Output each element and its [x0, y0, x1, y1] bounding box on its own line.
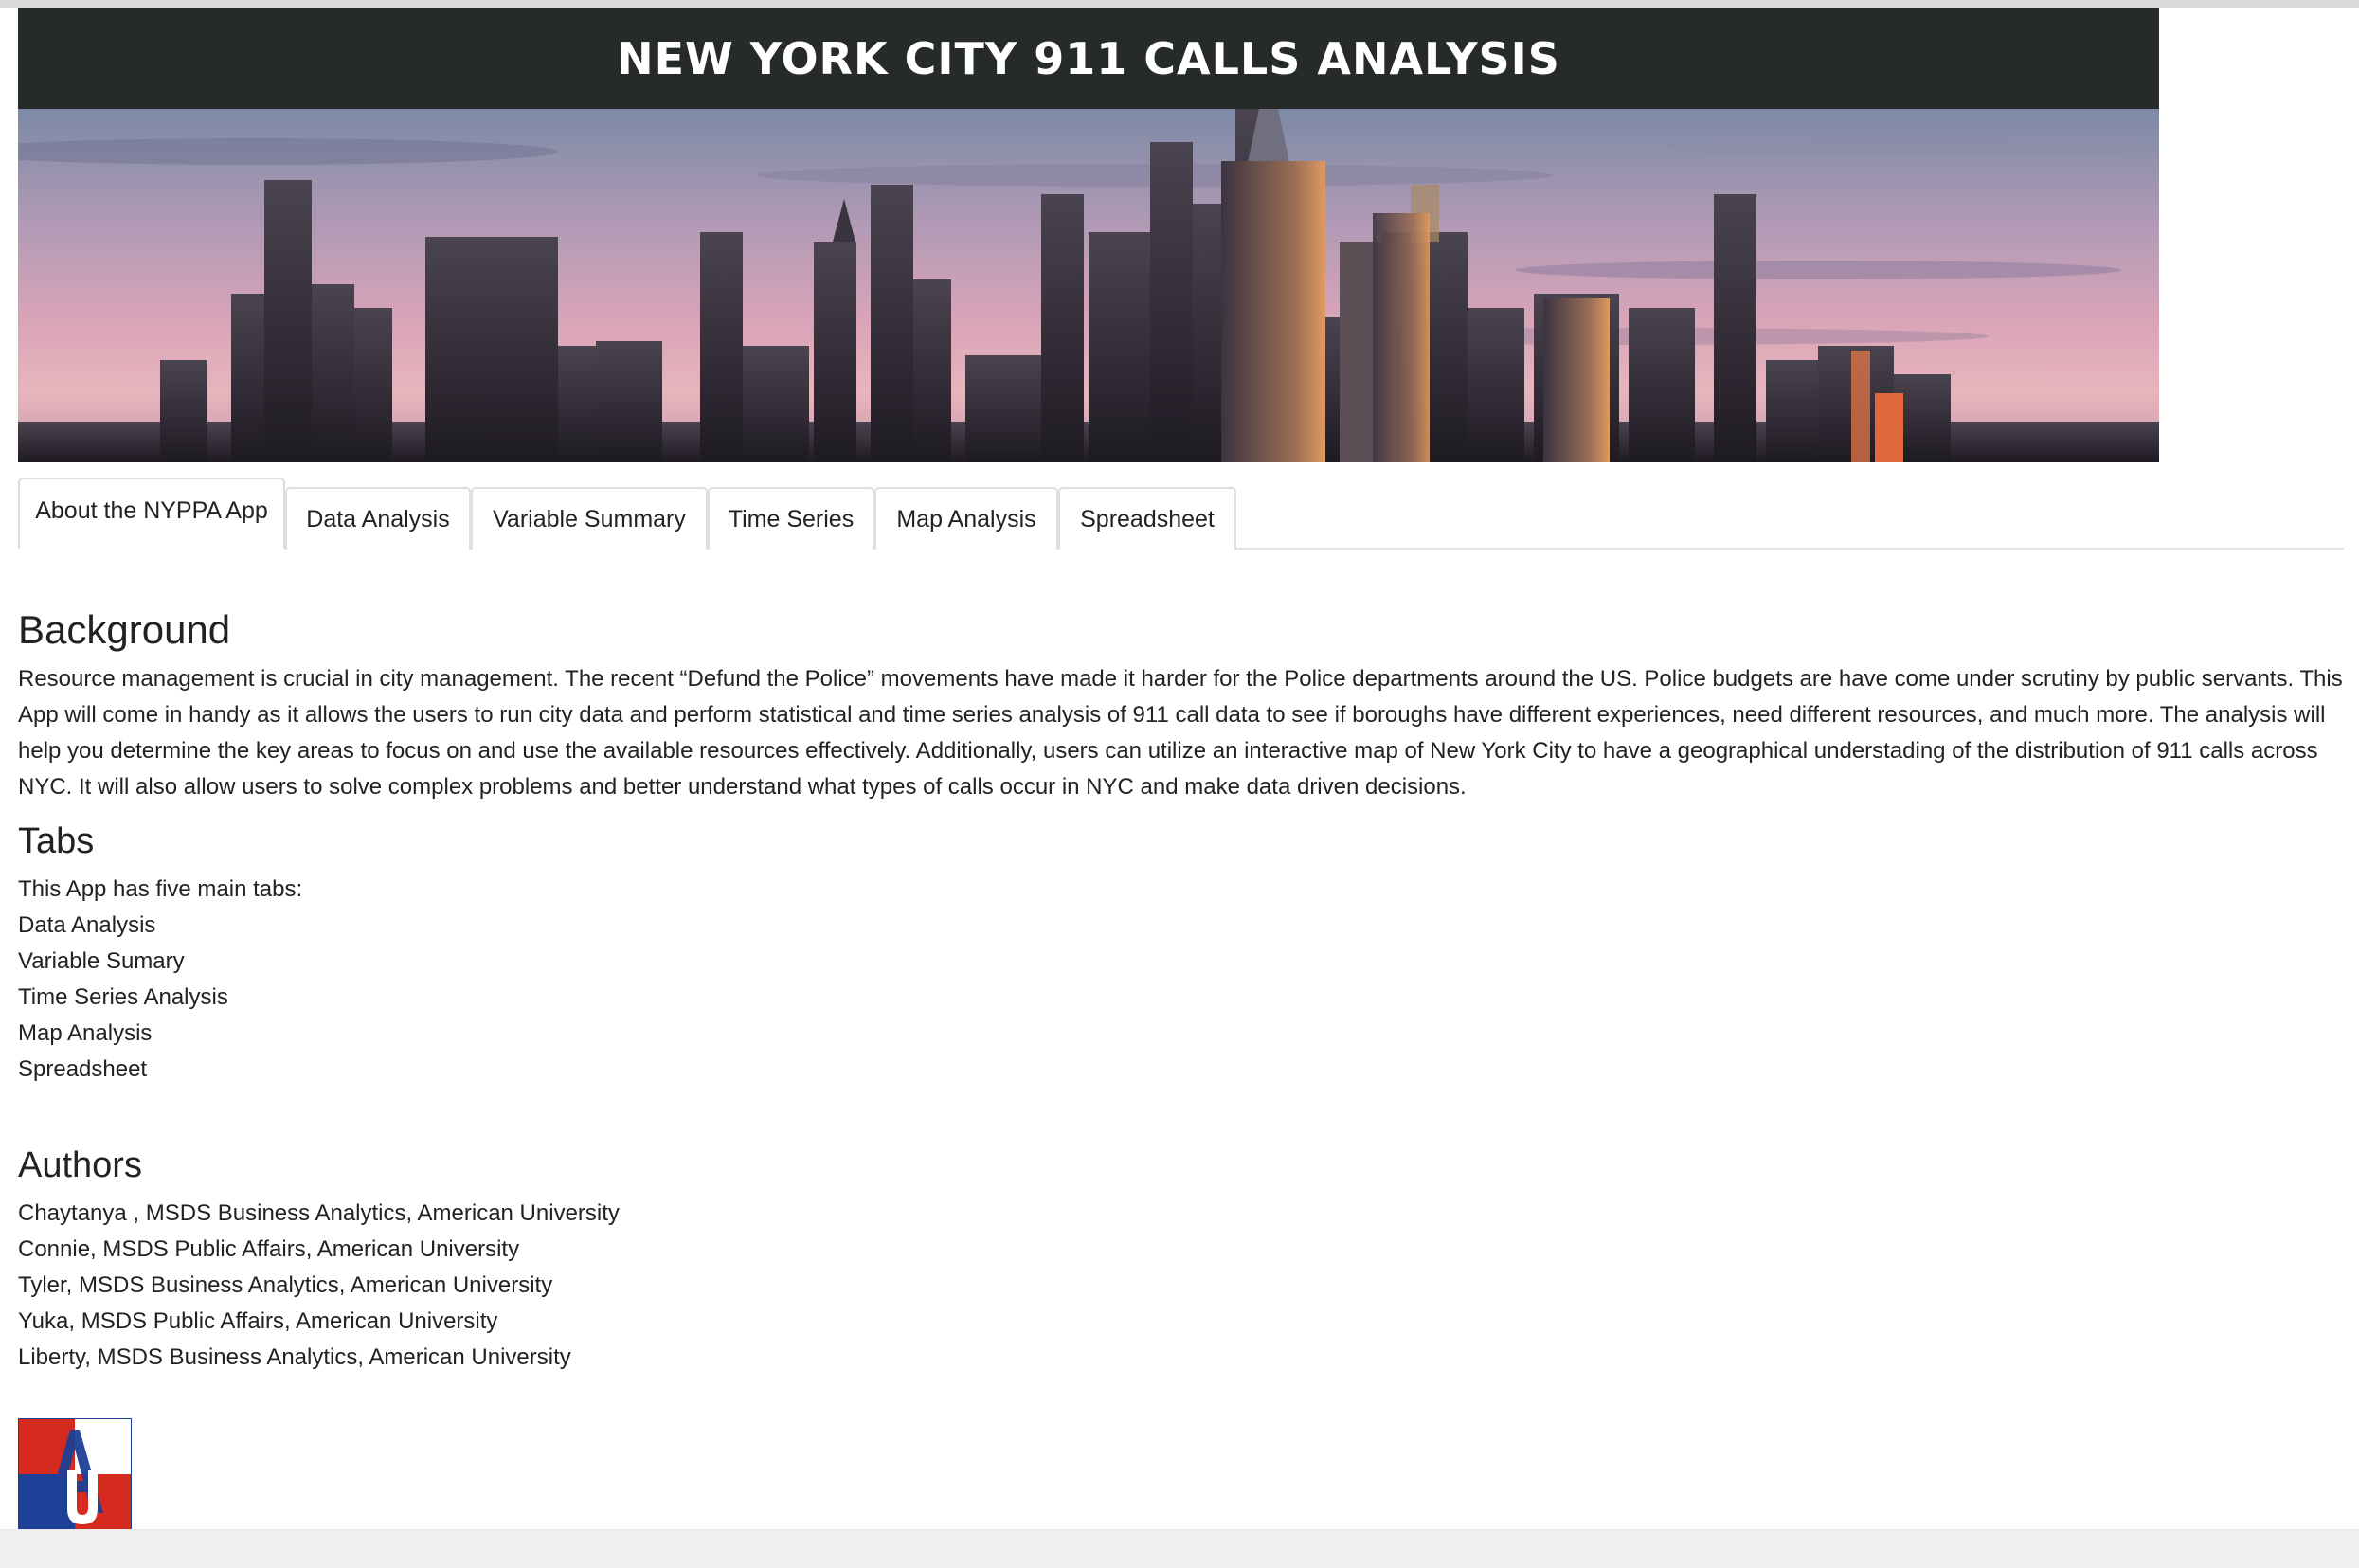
authors-heading: Authors — [18, 1144, 142, 1185]
window-bottom-edge — [0, 1529, 2359, 1568]
tabs-intro: This App has five main tabs: — [18, 875, 303, 902]
tab-data-analysis[interactable]: Data Analysis — [285, 487, 471, 550]
background-paragraph: Resource management is crucial in city m… — [18, 666, 2343, 801]
tab-map-analysis[interactable]: Map Analysis — [874, 487, 1058, 550]
tab-spreadsheet[interactable]: Spreadsheet — [1058, 487, 1236, 550]
tab-spreadsheet-label: Spreadsheet — [1080, 505, 1215, 532]
tab-variable-summary[interactable]: Variable Summary — [471, 487, 708, 550]
about-content: Background Resource management is crucia… — [18, 606, 2344, 1376]
authors-list: Chaytanya , MSDS Business Analytics, Ame… — [18, 1196, 2344, 1376]
tab-about-label: About the NYPPA App — [35, 496, 268, 524]
american-university-logo — [17, 1417, 133, 1531]
tab-about[interactable]: About the NYPPA App — [18, 478, 285, 550]
list-item: Data Analysis — [18, 911, 156, 938]
background-heading: Background — [18, 607, 231, 652]
app-title: NEW YORK CITY 911 CALLS ANALYSIS — [617, 32, 1560, 84]
tab-time-series-label: Time Series — [728, 505, 855, 532]
tab-bar: About the NYPPA App Data Analysis Variab… — [18, 476, 2344, 550]
list-item: Spreadsheet — [18, 1055, 148, 1082]
list-item: Map Analysis — [18, 1019, 153, 1046]
nyc-skyline-image — [18, 109, 2159, 462]
tab-time-series[interactable]: Time Series — [708, 487, 874, 550]
window-top-edge — [0, 0, 2359, 8]
list-item: Time Series Analysis — [18, 983, 228, 1010]
tab-map-analysis-label: Map Analysis — [896, 505, 1036, 532]
tab-variable-summary-label: Variable Summary — [493, 505, 686, 532]
author-item: Connie, MSDS Public Affairs, American Un… — [18, 1235, 520, 1262]
list-item: Variable Sumary — [18, 947, 185, 974]
banner-title-bar: NEW YORK CITY 911 CALLS ANALYSIS — [18, 8, 2159, 109]
author-item: Chaytanya , MSDS Business Analytics, Ame… — [18, 1199, 620, 1226]
author-item: Yuka, MSDS Public Affairs, American Univ… — [18, 1307, 498, 1334]
tabs-list: This App has five main tabs: Data Analys… — [18, 872, 2344, 1088]
tab-data-analysis-label: Data Analysis — [306, 505, 450, 532]
tabs-heading: Tabs — [18, 821, 95, 862]
author-item: Tyler, MSDS Business Analytics, American… — [18, 1271, 553, 1298]
author-item: Liberty, MSDS Business Analytics, Americ… — [18, 1343, 571, 1370]
